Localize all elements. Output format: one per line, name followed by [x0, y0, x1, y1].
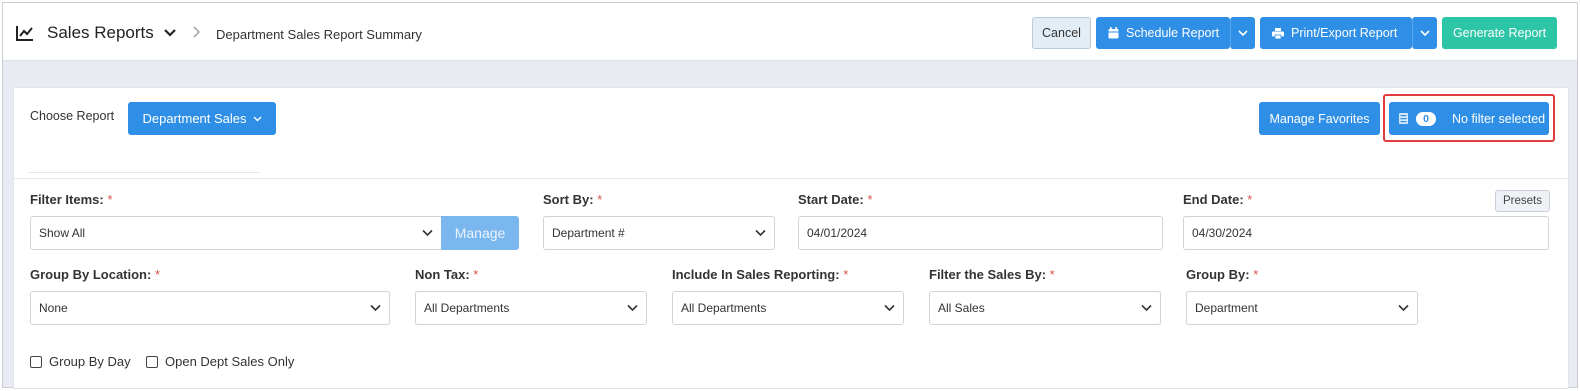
end-date-input[interactable]: 04/30/2024: [1183, 216, 1549, 250]
sort-by-value: Department #: [552, 226, 625, 240]
filter-count-badge: 0: [1416, 111, 1436, 126]
start-date-label: Start Date: *: [798, 192, 873, 207]
include-in-sales-label: Include In Sales Reporting: *: [672, 267, 849, 282]
group-by-location-value: None: [39, 301, 68, 315]
checkbox-box[interactable]: [30, 355, 42, 368]
breadcrumb: Department Sales Report Summary: [216, 27, 422, 42]
include-in-sales-value: All Departments: [681, 301, 767, 315]
filter-status-label: No filter selected: [1452, 111, 1546, 126]
group-by-label: Group By: *: [1186, 267, 1259, 282]
filter-sales-by-value: All Sales: [938, 301, 985, 315]
sort-by-select[interactable]: Department #: [543, 216, 775, 250]
line-chart-icon: [16, 26, 33, 41]
end-date-label: End Date: *: [1183, 192, 1253, 207]
chevron-down-icon: [627, 304, 638, 312]
chevron-down-icon: [755, 229, 766, 237]
open-dept-sales-only-label: Open Dept Sales Only: [165, 354, 295, 369]
group-by-value: Department: [1195, 301, 1258, 315]
tab-underline: [28, 172, 260, 173]
chevron-down-icon: [1398, 304, 1409, 312]
group-by-location-label: Group By Location: *: [30, 267, 161, 282]
start-date-input[interactable]: 04/01/2024: [798, 216, 1163, 250]
chevron-down-icon: [1238, 29, 1248, 36]
non-tax-value: All Departments: [424, 301, 510, 315]
page-title: Sales Reports: [47, 23, 154, 42]
section-divider: [14, 178, 1568, 179]
report-select-button[interactable]: Department Sales: [128, 102, 276, 135]
chevron-down-icon: [1141, 304, 1152, 312]
chevron-down-icon: [253, 116, 262, 121]
chevron-down-icon: [1420, 29, 1430, 36]
filter-items-select[interactable]: Show All: [30, 216, 442, 250]
group-by-day-label: Group By Day: [49, 354, 131, 369]
filter-sales-by-select[interactable]: All Sales: [929, 291, 1161, 325]
checkbox-box[interactable]: [146, 355, 158, 368]
open-dept-sales-only-checkbox[interactable]: Open Dept Sales Only: [146, 354, 294, 369]
choose-report-label: Choose Report: [30, 109, 115, 123]
filter-items-label: Filter Items: *: [30, 192, 113, 207]
group-by-select[interactable]: Department: [1186, 291, 1418, 325]
filter-items-value: Show All: [39, 226, 86, 240]
sort-by-label: Sort By: *: [543, 192, 603, 207]
chevron-down-icon: [422, 229, 433, 237]
calendar-icon: [1108, 27, 1119, 39]
print-export-dropdown[interactable]: [1412, 17, 1437, 49]
chevron-down-icon[interactable]: [163, 27, 177, 39]
group-by-location-select[interactable]: None: [30, 291, 390, 325]
schedule-report-dropdown[interactable]: [1230, 17, 1255, 49]
group-by-day-checkbox[interactable]: Group By Day: [30, 354, 131, 369]
page-header: Sales Reports Department Sales Report Su…: [3, 3, 1577, 61]
breadcrumb-separator-icon: [193, 26, 200, 38]
presets-button[interactable]: Presets: [1495, 190, 1550, 212]
schedule-report-label: Schedule Report: [1126, 26, 1220, 40]
non-tax-label: Non Tax: *: [415, 267, 479, 282]
chevron-down-icon: [370, 304, 381, 312]
print-export-label: Print/Export Report: [1291, 26, 1398, 40]
generate-report-button[interactable]: Generate Report: [1442, 17, 1557, 49]
cancel-button[interactable]: Cancel: [1032, 17, 1091, 49]
manage-filter-items-button[interactable]: Manage: [441, 216, 519, 250]
selected-report-label: Department Sales: [142, 111, 247, 126]
filter-list-icon: [1399, 113, 1408, 124]
chevron-down-icon: [884, 304, 895, 312]
report-panel: Choose Report Department Sales Manage Fa…: [13, 87, 1569, 389]
print-export-button[interactable]: Print/Export Report: [1260, 17, 1412, 49]
manage-favorites-button[interactable]: Manage Favorites: [1259, 102, 1380, 135]
printer-icon: [1272, 27, 1284, 39]
filter-status-button[interactable]: 0 No filter selected: [1389, 102, 1549, 135]
app-frame: Sales Reports Department Sales Report Su…: [2, 2, 1578, 389]
schedule-report-button[interactable]: Schedule Report: [1096, 17, 1230, 49]
filter-sales-by-label: Filter the Sales By: *: [929, 267, 1055, 282]
include-in-sales-select[interactable]: All Departments: [672, 291, 904, 325]
non-tax-select[interactable]: All Departments: [415, 291, 647, 325]
